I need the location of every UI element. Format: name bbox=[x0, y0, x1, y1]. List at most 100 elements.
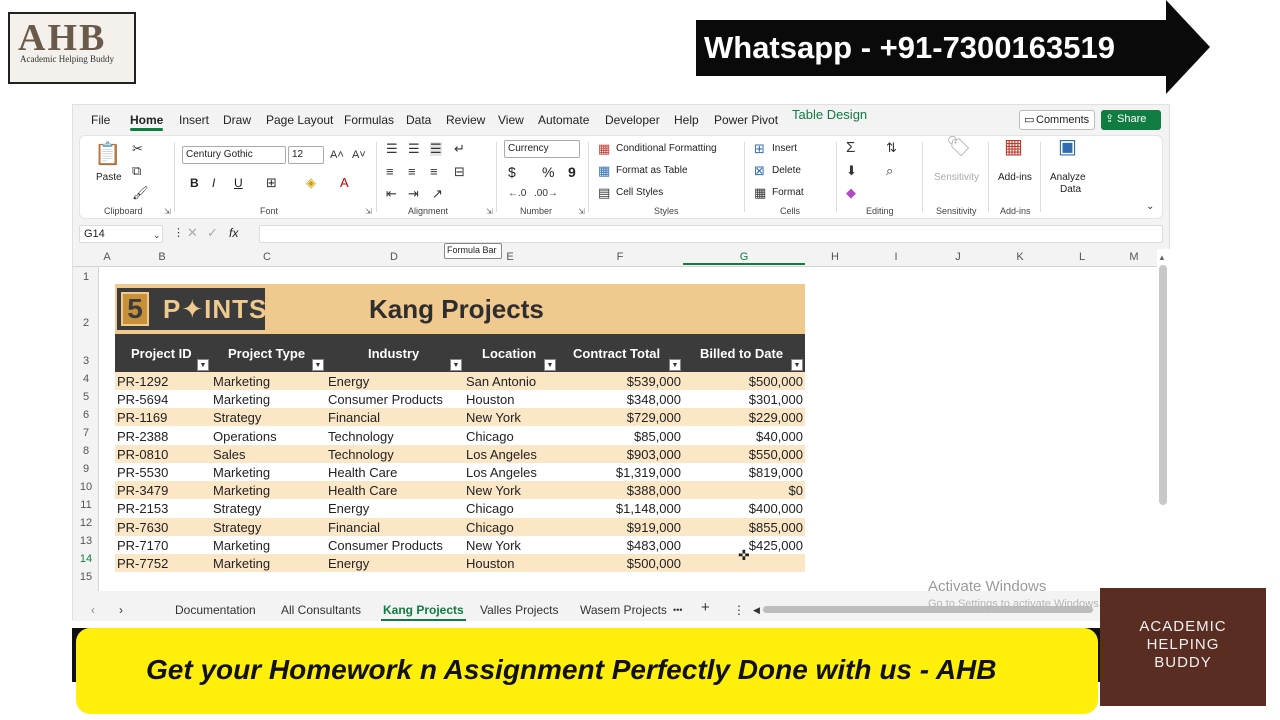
table-row[interactable]: PR-3479 Marketing Health Care New York $388,… bbox=[115, 481, 805, 500]
wrap-text-icon[interactable]: ↵ bbox=[454, 142, 465, 156]
row-header[interactable]: 11 bbox=[73, 499, 99, 511]
table-cell[interactable]: $500,000 bbox=[627, 556, 681, 571]
table-cell[interactable]: Strategy bbox=[213, 410, 261, 425]
table-row[interactable]: PR-7752 Marketing Energy Houston $500,000 bbox=[115, 554, 805, 572]
column-header[interactable]: H bbox=[805, 251, 865, 263]
table-cell[interactable]: Operations bbox=[213, 429, 277, 444]
row-header[interactable]: 8 bbox=[73, 445, 99, 457]
table-cell[interactable]: $85,000 bbox=[634, 429, 681, 444]
menu-table-design[interactable]: Table Design bbox=[792, 107, 867, 122]
column-header[interactable]: M bbox=[1113, 251, 1155, 263]
row-header[interactable]: 4 bbox=[73, 373, 99, 385]
table-cell[interactable]: PR-7170 bbox=[117, 538, 168, 553]
sheet-tab-kang-projects[interactable]: Kang Projects bbox=[381, 603, 466, 621]
more-icon[interactable]: ⋮ bbox=[173, 226, 184, 240]
grow-font-icon[interactable]: A˄ bbox=[330, 148, 344, 162]
table-cell[interactable]: Houston bbox=[466, 556, 514, 571]
analyze-data-icon[interactable]: ▣ bbox=[1058, 137, 1077, 157]
column-header-selected[interactable]: G bbox=[683, 251, 805, 265]
table-cell[interactable]: $855,000 bbox=[749, 520, 803, 535]
table-cell[interactable]: PR-1292 bbox=[117, 374, 168, 389]
table-cell[interactable]: Energy bbox=[328, 556, 369, 571]
table-cell[interactable]: Sales bbox=[213, 447, 246, 462]
menu-help[interactable]: Help bbox=[674, 113, 699, 127]
row-header-selected[interactable]: 14 bbox=[73, 553, 99, 565]
row-header[interactable]: 6 bbox=[73, 409, 99, 421]
more-icon[interactable]: ⋮ bbox=[733, 603, 745, 617]
table-cell[interactable]: $301,000 bbox=[749, 392, 803, 407]
table-cell[interactable]: $500,000 bbox=[749, 374, 803, 389]
table-cell[interactable]: $539,000 bbox=[627, 374, 681, 389]
table-cell[interactable]: $425,000 bbox=[749, 538, 803, 553]
table-cell[interactable]: Marketing bbox=[213, 392, 270, 407]
worksheet-grid[interactable]: A B C D E F G H I J K L M 1 2 3 4 5 6 7 … bbox=[73, 249, 1171, 678]
table-cell[interactable]: Consumer Products bbox=[328, 538, 443, 553]
table-cell[interactable]: Strategy bbox=[213, 501, 261, 516]
table-cell[interactable]: Marketing bbox=[213, 556, 270, 571]
sheet-tab-wasem-projects[interactable]: Wasem Projects bbox=[580, 603, 667, 617]
menu-developer[interactable]: Developer bbox=[605, 113, 660, 127]
table-cell[interactable]: PR-2153 bbox=[117, 501, 168, 516]
shrink-font-icon[interactable]: A˅ bbox=[352, 148, 366, 162]
table-row[interactable]: PR-1169 Strategy Financial New York $729,000… bbox=[115, 408, 805, 427]
table-cell[interactable]: $819,000 bbox=[749, 465, 803, 480]
row-header[interactable]: 12 bbox=[73, 517, 99, 529]
format-as-table-icon[interactable]: ▦ bbox=[598, 164, 610, 178]
menu-page-layout[interactable]: Page Layout bbox=[266, 113, 333, 127]
copy-icon[interactable]: ⧉ bbox=[132, 164, 141, 178]
chevron-down-icon[interactable]: ⌄ bbox=[153, 228, 161, 242]
table-cell[interactable]: Energy bbox=[328, 501, 369, 516]
share-button[interactable]: Share bbox=[1101, 110, 1161, 130]
add-ins-button[interactable]: Add-ins bbox=[998, 172, 1032, 183]
table-cell[interactable]: PR-5694 bbox=[117, 392, 168, 407]
table-cell[interactable]: $0 bbox=[789, 483, 803, 498]
sensitivity-button[interactable]: Sensitivity bbox=[934, 172, 979, 183]
fill-icon[interactable]: ⬇ bbox=[846, 164, 857, 178]
header-contract-total[interactable]: Contract Total bbox=[573, 346, 660, 361]
align-middle-icon[interactable]: ☰ bbox=[408, 142, 420, 156]
format-cells-icon[interactable]: ▦ bbox=[754, 186, 766, 200]
table-row[interactable]: PR-2388 Operations Technology Chicago $85,00… bbox=[115, 426, 805, 445]
column-header[interactable]: L bbox=[1051, 251, 1113, 263]
table-cell[interactable]: Los Angeles bbox=[466, 447, 537, 462]
menu-view[interactable]: View bbox=[498, 113, 524, 127]
comma-button[interactable]: 9 bbox=[568, 164, 576, 180]
table-cell[interactable]: Consumer Products bbox=[328, 392, 443, 407]
table-cell[interactable]: $903,000 bbox=[627, 447, 681, 462]
table-row[interactable]: PR-7630 Strategy Financial Chicago $919,000 $… bbox=[115, 517, 805, 536]
delete-cells-button[interactable]: Delete bbox=[772, 165, 801, 176]
header-location[interactable]: Location bbox=[482, 346, 536, 361]
table-cell[interactable]: $40,000 bbox=[756, 429, 803, 444]
header-project-id[interactable]: Project ID bbox=[131, 346, 192, 361]
table-cell[interactable]: $1,319,000 bbox=[616, 465, 681, 480]
number-format-select[interactable]: Currency bbox=[504, 140, 580, 158]
table-cell[interactable]: PR-7752 bbox=[117, 556, 168, 571]
table-row[interactable]: PR-5530 Marketing Health Care Los Angeles $1… bbox=[115, 463, 805, 481]
percent-button[interactable]: % bbox=[542, 164, 554, 180]
table-cell[interactable]: Technology bbox=[328, 429, 394, 444]
filter-dropdown-icon[interactable]: ▼ bbox=[669, 359, 681, 371]
column-header[interactable]: J bbox=[927, 251, 989, 263]
conditional-formatting-button[interactable]: Conditional Formatting bbox=[616, 143, 717, 154]
table-cell[interactable]: Health Care bbox=[328, 483, 397, 498]
paste-button[interactable]: Paste bbox=[96, 172, 122, 183]
increase-decimal-icon[interactable]: ←.0 bbox=[508, 187, 526, 201]
table-cell[interactable]: Chicago bbox=[466, 501, 514, 516]
insert-cells-icon[interactable]: ⊞ bbox=[754, 142, 765, 156]
table-cell[interactable]: $729,000 bbox=[627, 410, 681, 425]
align-center-icon[interactable]: ≡ bbox=[408, 165, 416, 179]
chevron-down-icon[interactable]: ⌄ bbox=[1146, 200, 1154, 214]
table-cell[interactable]: Technology bbox=[328, 447, 394, 462]
sheet-tab-all-consultants[interactable]: All Consultants bbox=[281, 603, 361, 617]
decrease-decimal-icon[interactable]: .00→ bbox=[534, 187, 558, 201]
fill-color-icon[interactable]: ◈ bbox=[306, 176, 316, 190]
italic-button[interactable]: I bbox=[212, 176, 215, 190]
column-header[interactable]: F bbox=[557, 251, 683, 263]
table-cell[interactable]: Marketing bbox=[213, 374, 270, 389]
comments-button[interactable]: Comments bbox=[1019, 110, 1095, 130]
align-right-icon[interactable]: ≡ bbox=[430, 165, 438, 179]
header-billed-to-date[interactable]: Billed to Date bbox=[700, 346, 783, 361]
table-cell[interactable]: PR-7630 bbox=[117, 520, 168, 535]
table-cell[interactable]: Chicago bbox=[466, 520, 514, 535]
delete-cells-icon[interactable]: ⊠ bbox=[754, 164, 765, 178]
